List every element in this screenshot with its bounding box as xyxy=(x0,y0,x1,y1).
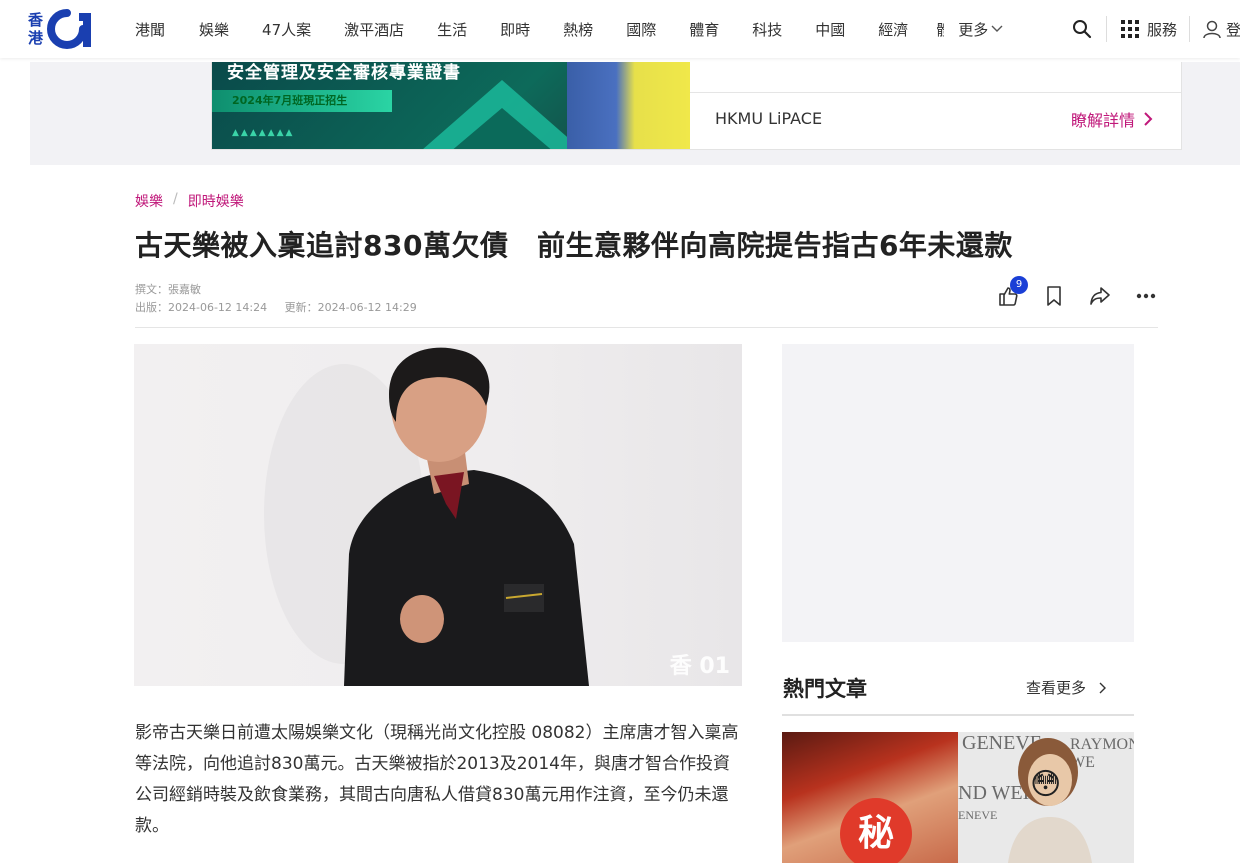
article-title: 古天樂被入稟追討830萬欠債 前生意夥伴向高院提告指古6年未還款 xyxy=(135,229,1013,262)
article-hero-photo[interactable]: 香 01 xyxy=(134,344,742,686)
ad-arrows: ▲▲▲▲▲▲▲ xyxy=(232,128,295,138)
nav-item-truncated[interactable]: 體 xyxy=(936,19,944,40)
nav-item-international[interactable]: 國際 xyxy=(626,19,656,40)
chevron-right-icon xyxy=(1144,112,1153,126)
ad-cta-link[interactable]: 瞭解詳情 xyxy=(1071,107,1153,131)
search-icon[interactable] xyxy=(1072,19,1092,39)
top-navigation-bar: 香 港 港聞 娛樂 47人案 激平酒店 生活 即時 熱榜 國際 體育 科技 中國… xyxy=(0,0,1240,58)
services-label: 服務 xyxy=(1146,20,1177,39)
article-dates: 出版：2024-06-12 14:24 更新：2024-06-12 14:29 xyxy=(135,299,417,317)
ad-cta-label: 瞭解詳情 xyxy=(1070,111,1135,130)
nav-item-sports[interactable]: 體育 xyxy=(689,19,719,40)
user-icon xyxy=(1203,20,1221,39)
nav-item-hot-list[interactable]: 熱榜 xyxy=(563,19,593,40)
secret-badge: 秘 xyxy=(840,798,912,863)
nav-item-47-case[interactable]: 47人案 xyxy=(262,19,311,40)
person-photo xyxy=(264,347,589,686)
hk01-logo[interactable]: 香 港 xyxy=(28,7,101,51)
login-button[interactable]: 登 xyxy=(1202,19,1240,40)
breadcrumb-separator: / xyxy=(173,191,178,207)
nav-item-instant[interactable]: 即時 xyxy=(500,19,530,40)
ad-worker-image xyxy=(567,62,690,149)
breadcrumb: 娛樂 / 即時娛樂 xyxy=(135,191,244,211)
thumbnail-right-image: GENEVE RAYMOND WE ND WEI ENEVE 😳 xyxy=(958,732,1134,863)
nav-item-china[interactable]: 中國 xyxy=(815,19,845,40)
breadcrumb-instant-entertainment[interactable]: 即時娛樂 xyxy=(188,191,244,211)
article-author: 撰文：張嘉敏 xyxy=(135,283,201,296)
hot-articles-more-label: 查看更多 xyxy=(1026,679,1087,697)
services-button[interactable]: 服務 xyxy=(1120,19,1177,40)
nav-divider-2 xyxy=(1189,16,1190,42)
chevron-right-icon xyxy=(1099,682,1107,693)
ad-divider xyxy=(690,62,1181,93)
like-button[interactable]: 9 xyxy=(996,276,1028,308)
chevron-down-icon xyxy=(991,25,1003,32)
article-meta: 撰文：張嘉敏 出版：2024-06-12 14:24 更新：2024-06-12… xyxy=(135,281,417,317)
article-body-paragraph: 影帝古天樂日前遭太陽娛樂文化（現稱光尚文化控股 08082）主席唐才智入稟高等法… xyxy=(135,723,739,836)
nav-more-button[interactable]: 更多 xyxy=(958,19,1004,40)
logo-text: 香 港 xyxy=(28,11,43,47)
breadcrumb-entertainment[interactable]: 娛樂 xyxy=(135,191,163,211)
hot-articles-more-link[interactable]: 查看更多 xyxy=(1026,677,1108,698)
sidebar-ad-placeholder xyxy=(782,344,1134,642)
share-icon[interactable] xyxy=(1088,285,1112,307)
nav-right-tools: 服務 登 xyxy=(1072,0,1240,58)
hk01-logo-mark xyxy=(47,9,92,49)
ad-image: 安全管理及安全審核專業證書 2024年7月班現正招生 ▲▲▲▲▲▲▲ xyxy=(212,62,690,149)
article-actions: 9 xyxy=(996,276,1156,308)
nav-item-tech[interactable]: 科技 xyxy=(752,19,782,40)
bookmark-icon[interactable] xyxy=(1044,285,1064,307)
meta-divider xyxy=(135,327,1158,328)
nav-divider xyxy=(1105,16,1107,42)
ad-banner[interactable]: 安全管理及安全審核專業證書 2024年7月班現正招生 ▲▲▲▲▲▲▲ HKMU … xyxy=(211,62,1182,150)
nav-item-lifestyle[interactable]: 生活 xyxy=(437,19,467,40)
ad-triangle-graphic-inner xyxy=(450,108,554,149)
nav-item-entertainment[interactable]: 娛樂 xyxy=(199,19,229,40)
main-nav: 港聞 娛樂 47人案 激平酒店 生活 即時 熱榜 國際 體育 科技 中國 經濟 … xyxy=(135,0,1004,58)
grid-apps-icon xyxy=(1120,20,1139,38)
shocked-face-emoji: 😳 xyxy=(1030,767,1062,802)
photo-watermark: 香 01 xyxy=(669,654,730,679)
article-published: 出版：2024-06-12 14:24 xyxy=(135,301,268,314)
hot-articles-divider xyxy=(782,714,1134,716)
like-count-badge: 9 xyxy=(1010,276,1028,294)
nav-more-label: 更多 xyxy=(958,20,989,39)
nav-item-economy[interactable]: 經濟 xyxy=(878,19,908,40)
hot-article-thumbnail[interactable]: 秘 GENEVE RAYMOND WE ND WEI ENEVE 😳 xyxy=(782,732,1134,863)
login-label: 登 xyxy=(1226,20,1240,39)
thumbnail-left-image: 秘 xyxy=(782,732,958,863)
logo-line-1: 香 xyxy=(28,11,44,29)
ad-brand: HKMU LiPACE xyxy=(715,109,823,128)
logo-line-2: 港 xyxy=(28,29,44,47)
nav-item-hotel-deals[interactable]: 激平酒店 xyxy=(344,19,404,40)
more-options-icon[interactable] xyxy=(1136,293,1156,299)
ad-tag: 2024年7月班現正招生 xyxy=(212,90,392,112)
hot-articles-title: 熱門文章 xyxy=(783,677,867,701)
nav-item-hk-news[interactable]: 港聞 xyxy=(135,19,165,40)
article-updated: 更新：2024-06-12 14:29 xyxy=(284,301,417,314)
